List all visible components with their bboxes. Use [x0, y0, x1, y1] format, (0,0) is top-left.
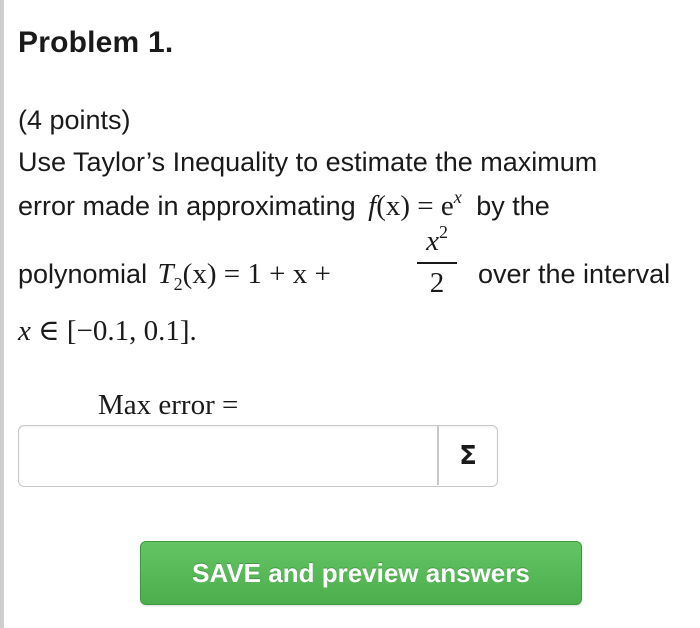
line3-text: polynomial	[18, 259, 148, 289]
save-and-preview-button[interactable]: SAVE and preview answers	[140, 541, 582, 605]
fraction-denominator: 2	[429, 267, 445, 299]
max-error-input[interactable]	[19, 426, 437, 485]
problem-text-line-3: polynomial T2(x) = 1 + x +	[18, 258, 331, 294]
max-error-label: Max error =	[98, 389, 239, 421]
fraction-x-squared-over-2: x2 2	[411, 222, 463, 299]
problem-title: Problem 1.	[18, 26, 174, 59]
problem-text-line-2: error made in approximating f(x) = ex by…	[18, 187, 550, 222]
answer-field-container: Σ	[18, 425, 498, 487]
polynomial-expression: T2(x) = 1 + x +	[157, 258, 331, 294]
problem-points: (4 points)	[18, 105, 131, 135]
interval-expression: x ∈ [−0.1, 0.1].	[18, 315, 197, 347]
line2-text: error made in approximating	[18, 191, 356, 221]
fraction-numerator: x2	[426, 222, 448, 257]
problem-text-line-1: Use Taylor’s Inequality to estimate the …	[18, 147, 598, 177]
line3-tail: over the interval	[478, 259, 671, 289]
sigma-icon[interactable]: Σ	[439, 426, 497, 485]
function-expression: f(x) = ex	[368, 187, 462, 222]
fraction-bar	[417, 262, 457, 264]
line2-tail: by the	[476, 191, 550, 221]
left-margin-rule	[0, 0, 4, 628]
